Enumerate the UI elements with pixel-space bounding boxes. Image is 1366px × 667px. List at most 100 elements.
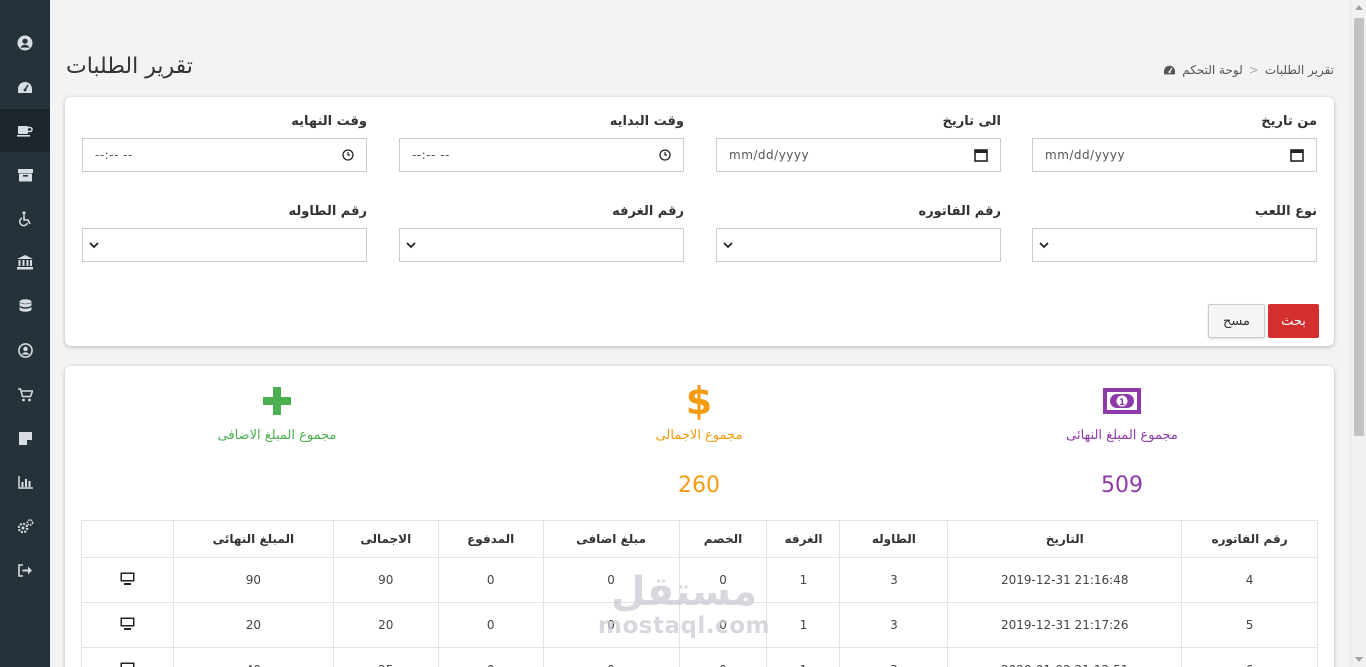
scroll-up-arrow-icon[interactable] [1355,5,1363,10]
end-time-placeholder: --:-- -- [95,148,133,162]
cogs-icon [17,519,33,534]
bank-icon [17,255,33,270]
final-total-label: مجموع المبلغ النهائى [1066,428,1178,443]
sidebar-item-users[interactable] [0,329,50,372]
cell-gross: 90 [332,557,439,603]
plus-icon [263,387,291,415]
cell-final: 40 [172,647,334,667]
cell-discount: 0 [678,602,768,648]
col-invoice-number: رقم الفاتوره [1181,520,1318,558]
start-time-label: وقت البدايه [609,114,684,129]
col-table: الطاوله [839,520,949,558]
from-date-input[interactable]: mm/dd/yyyy [1032,138,1317,172]
cell-invoice: 5 [1181,602,1318,648]
bar-chart-icon [17,476,33,489]
clock-icon[interactable] [659,149,671,161]
chevron-down-icon [1039,241,1049,248]
cell-table: 3 [839,602,949,648]
sidebar-item-settings[interactable] [0,505,50,548]
sidebar-item-logout[interactable] [0,549,50,592]
col-date: التاريخ [947,520,1183,558]
cell-date: 2020-01-02 21:12:51 [947,647,1183,667]
cell-gross: 20 [332,602,439,648]
summary-card: 1 مجموع المبلغ النهائى 509 $ مجموع الاجم… [65,366,1334,667]
stat-extra-total: مجموع المبلغ الاضافى [97,384,457,473]
scrollbar-thumb[interactable] [1354,18,1364,436]
cell-actions [81,602,174,648]
end-time-label: وقت النهايه [291,114,367,129]
wheelchair-icon [18,210,31,226]
cell-paid: 0 [437,602,544,648]
sidebar-item-archive[interactable] [0,153,50,196]
cell-actions [81,647,174,667]
monitor-icon[interactable] [120,617,135,630]
sidebar-item-bank[interactable] [0,241,50,284]
start-time-input[interactable]: --:-- -- [399,138,684,172]
cell-extra: 0 [542,557,680,603]
cell-paid: 0 [437,557,544,603]
to-date-placeholder: mm/dd/yyyy [729,148,810,162]
col-final-amount: المبلغ النهائى [172,520,334,558]
cell-paid: 0 [437,647,544,667]
table-header-row: رقم الفاتوره التاريخ الطاوله الغرفه الخص… [81,520,1318,558]
sidebar-item-dashboard[interactable] [0,66,50,109]
money-bill-icon: 1 [1103,388,1141,414]
sidebar-item-database[interactable] [0,285,50,328]
gross-total-label: مجموع الاجمالى [655,428,743,443]
room-number-select[interactable] [399,228,684,262]
from-date-label: من تاريخ [1261,114,1317,129]
note-icon [18,432,32,445]
to-date-label: الى تاريخ [942,114,1001,129]
table-number-select[interactable] [82,228,367,262]
end-time-input[interactable]: --:-- -- [82,138,367,172]
calendar-icon[interactable] [974,148,988,162]
monitor-icon[interactable] [120,662,135,667]
cell-gross: 25 [332,647,439,667]
game-type-select[interactable] [1032,228,1317,262]
col-extra-amount: مبلغ اضافى [542,520,680,558]
table-row: 5 2019-12-31 21:17:26 3 1 0 0 0 20 20 [81,602,1318,648]
final-total-value: 509 [1101,473,1143,498]
sidebar-item-cart[interactable] [0,373,50,416]
clear-button[interactable]: مسح [1208,304,1265,338]
cell-final: 20 [172,602,334,648]
cell-table: 3 [839,557,949,603]
game-type-label: نوع اللعب [1254,204,1317,219]
cell-room: 1 [766,602,841,648]
sidebar-item-profile[interactable] [0,21,50,64]
cell-actions [81,557,174,603]
sidebar-item-notes[interactable] [0,417,50,460]
svg-text:$: $ [687,382,711,420]
cell-table: 3 [839,647,949,667]
filter-card: من تاريخ mm/dd/yyyy الى تاريخ mm/dd/yyyy… [65,97,1334,346]
cell-discount: 0 [678,647,768,667]
col-discount: الخصم [678,520,768,558]
archive-icon [17,168,33,181]
search-button[interactable]: بحث [1268,304,1319,338]
database-icon [19,299,31,312]
to-date-input[interactable]: mm/dd/yyyy [716,138,1001,172]
col-gross: الاجمالى [332,520,439,558]
sidebar-item-orders[interactable] [0,109,50,152]
page-scrollbar[interactable] [1350,0,1366,667]
breadcrumb-home-link[interactable]: لوحة التحكم [1182,63,1243,77]
clock-icon[interactable] [342,149,354,161]
monitor-icon[interactable] [120,572,135,585]
sidebar-item-accessibility[interactable] [0,197,50,240]
calendar-icon[interactable] [1290,148,1304,162]
user-circle-outline-icon [17,343,33,358]
chevron-down-icon [89,241,99,248]
sign-out-icon [17,564,32,577]
sidebar-item-reports[interactable] [0,461,50,504]
svg-text:1: 1 [1119,398,1125,408]
chevron-down-icon [723,241,733,248]
scroll-down-arrow-icon[interactable] [1355,657,1363,662]
cell-room: 1 [766,557,841,603]
table-row: 4 2019-12-31 21:16:48 3 1 0 0 0 90 90 [81,557,1318,603]
cell-extra: 0 [542,647,680,667]
invoice-number-label: رقم الفاتوره [918,204,1001,219]
cell-extra: 0 [542,602,680,648]
invoice-number-select[interactable] [716,228,1001,262]
dashboard-icon [1164,65,1176,74]
col-room: الغرفه [766,520,841,558]
